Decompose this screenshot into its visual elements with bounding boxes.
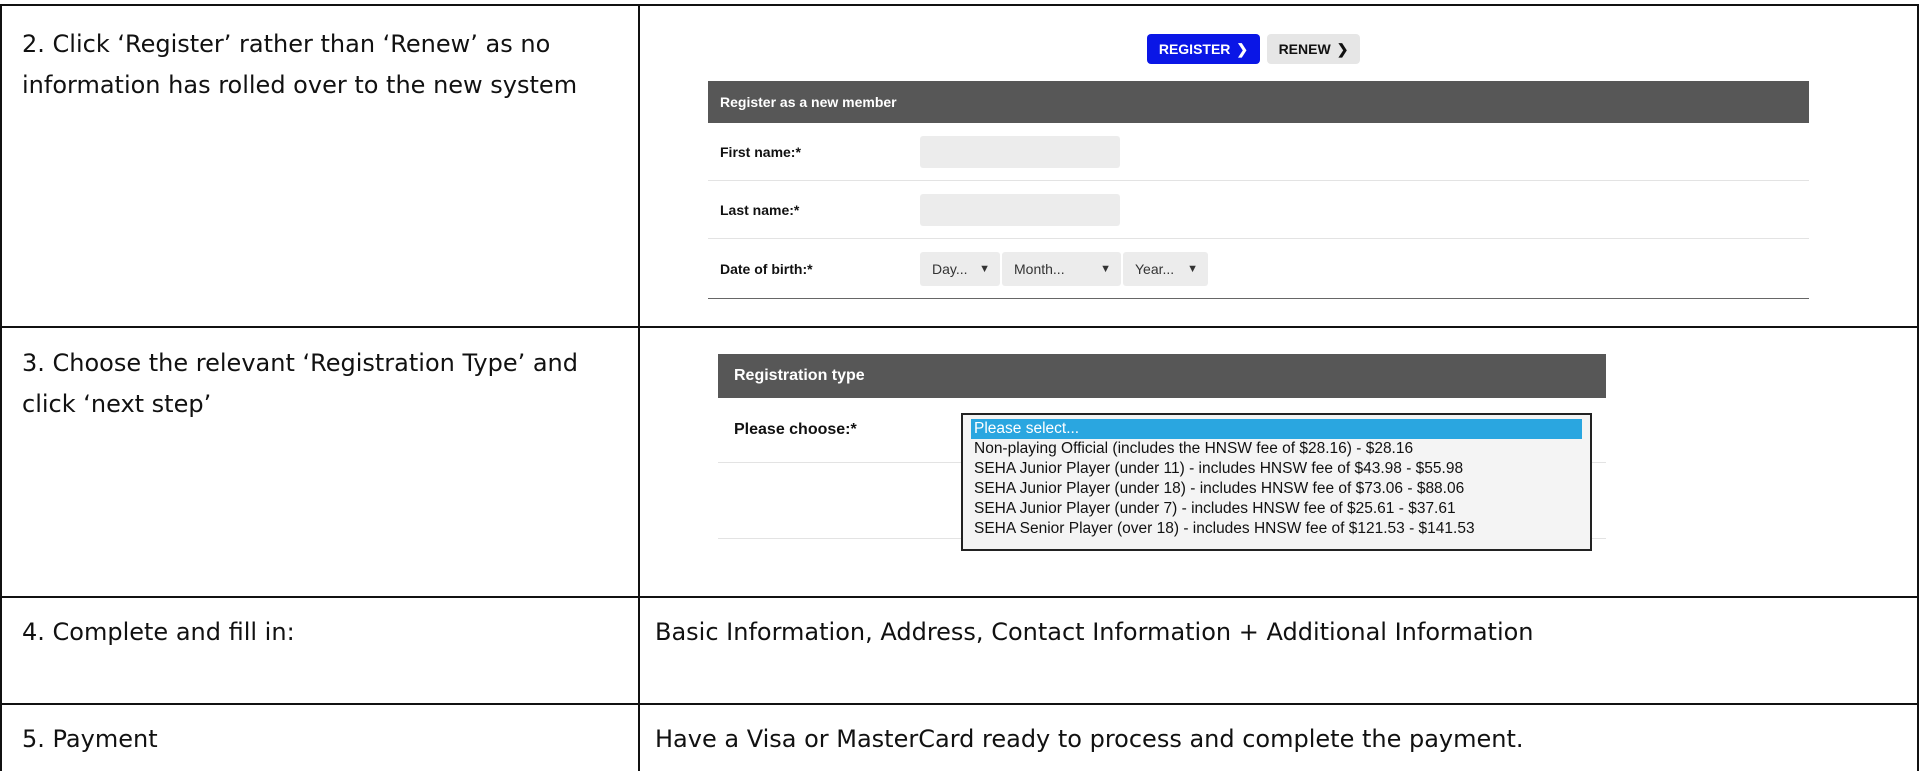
register-panel-header: Register as a new member (708, 81, 1809, 123)
dob-year-value: Year... (1135, 261, 1175, 277)
caret-down-icon: ▼ (1187, 263, 1198, 275)
caret-down-icon: ▼ (1100, 263, 1111, 275)
last-name-label: Last name:* (720, 202, 800, 218)
first-name-input[interactable] (920, 136, 1120, 168)
row-divider (0, 326, 1919, 328)
step-2-line-2: information has rolled over to the new s… (22, 71, 578, 99)
option-senior-over-18[interactable]: SEHA Senior Player (over 18) - includes … (971, 519, 1582, 539)
first-name-label: First name:* (720, 144, 801, 160)
table-border-top (0, 4, 1919, 6)
dob-month-value: Month... (1014, 261, 1065, 277)
option-junior-under-18[interactable]: SEHA Junior Player (under 18) - includes… (971, 479, 1582, 499)
step-4-text: 4. Complete and fill in: (22, 618, 295, 646)
table-border-left (0, 4, 2, 771)
step-3-text: 3. Choose the relevant ‘Registration Typ… (22, 343, 578, 425)
renew-button[interactable]: RENEW ❯ (1267, 34, 1360, 64)
form-bottom-border (708, 298, 1809, 299)
row-divider (0, 703, 1919, 705)
step-2-text: 2. Click ‘Register’ rather than ‘Renew’ … (22, 24, 577, 106)
dob-day-select[interactable]: Day... ▼ (920, 252, 1000, 286)
registration-type-header: Registration type (718, 354, 1606, 398)
option-non-playing-official[interactable]: Non-playing Official (includes the HNSW … (971, 439, 1582, 459)
option-junior-under-11[interactable]: SEHA Junior Player (under 11) - includes… (971, 459, 1582, 479)
register-button[interactable]: REGISTER ❯ (1147, 34, 1260, 64)
register-button-label: REGISTER (1158, 41, 1231, 57)
option-junior-under-7[interactable]: SEHA Junior Player (under 7) - includes … (971, 499, 1582, 519)
option-please-select[interactable]: Please select... (971, 419, 1582, 439)
dob-day-value: Day... (932, 261, 968, 277)
step-5-detail: Have a Visa or MasterCard ready to proce… (655, 725, 1524, 753)
registration-type-listbox[interactable]: Please select... Non-playing Official (i… (961, 413, 1592, 551)
chevron-right-icon: ❯ (1236, 40, 1249, 57)
step-3-line-1: 3. Choose the relevant ‘Registration Typ… (22, 349, 578, 377)
form-row-divider (708, 238, 1809, 239)
please-choose-label: Please choose:* (734, 421, 857, 438)
form-row-divider (708, 180, 1809, 181)
dob-year-select[interactable]: Year... ▼ (1123, 252, 1208, 286)
chevron-right-icon: ❯ (1336, 40, 1349, 57)
renew-button-label: RENEW (1278, 41, 1331, 57)
caret-down-icon: ▼ (979, 263, 990, 275)
last-name-input[interactable] (920, 194, 1120, 226)
dob-month-select[interactable]: Month... ▼ (1002, 252, 1121, 286)
step-5-text: 5. Payment (22, 725, 158, 753)
step-4-detail: Basic Information, Address, Contact Info… (655, 618, 1534, 646)
step-2-line-1: 2. Click ‘Register’ rather than ‘Renew’ … (22, 30, 551, 58)
column-divider (638, 4, 640, 771)
dob-label: Date of birth:* (720, 261, 813, 277)
row-divider (0, 596, 1919, 598)
step-3-line-2: click ‘next step’ (22, 390, 212, 418)
